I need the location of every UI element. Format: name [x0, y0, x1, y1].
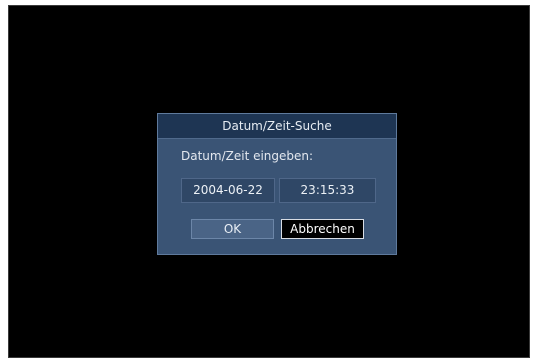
- ok-button[interactable]: OK: [191, 219, 274, 239]
- cancel-button[interactable]: Abbrechen: [281, 219, 364, 239]
- screen-frame: Datum/Zeit-Suche Datum/Zeit eingeben: 20…: [0, 0, 538, 362]
- time-field[interactable]: 23:15:33: [279, 178, 376, 203]
- tv-screen: Datum/Zeit-Suche Datum/Zeit eingeben: 20…: [8, 5, 530, 358]
- date-time-prompt: Datum/Zeit eingeben:: [181, 149, 314, 163]
- date-time-search-dialog: Datum/Zeit-Suche Datum/Zeit eingeben: 20…: [157, 113, 397, 255]
- dialog-title: Datum/Zeit-Suche: [158, 114, 396, 139]
- date-field[interactable]: 2004-06-22: [181, 178, 275, 203]
